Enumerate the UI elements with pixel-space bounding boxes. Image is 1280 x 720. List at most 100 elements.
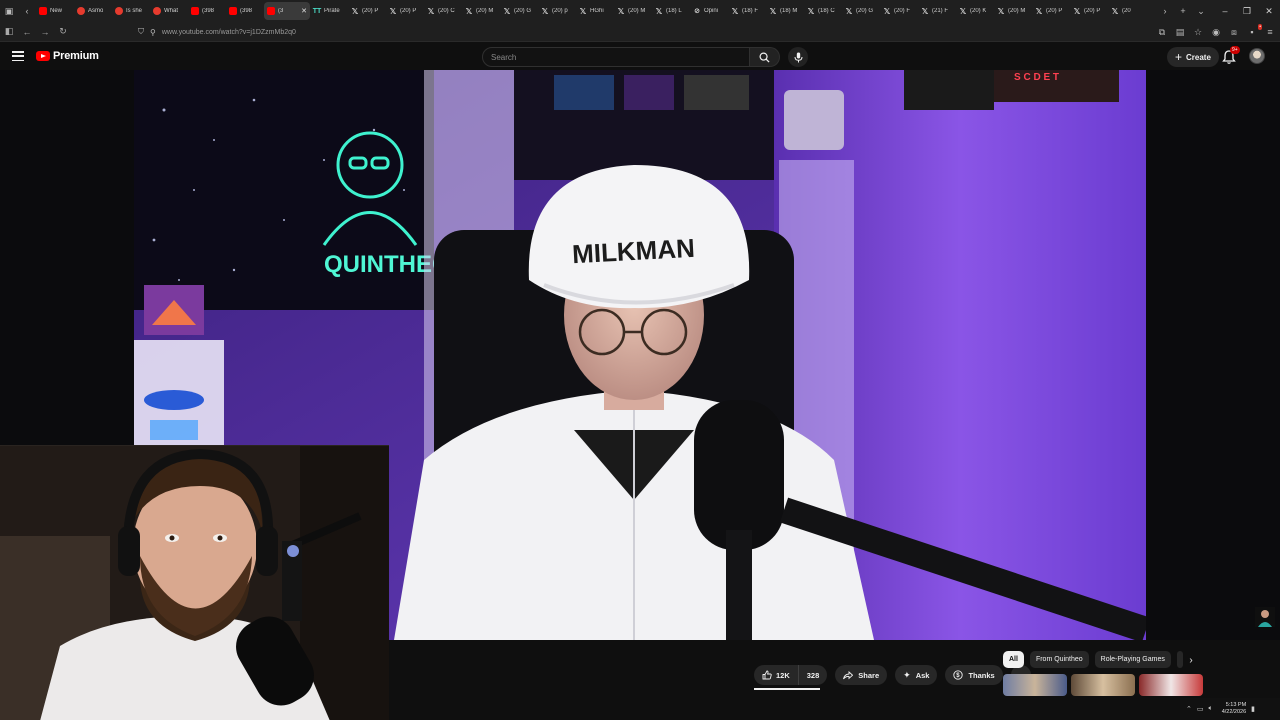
restore-icon[interactable]: ❐ <box>1236 6 1258 17</box>
close-window-icon[interactable]: ✕ <box>1258 6 1280 17</box>
chips-next-icon[interactable]: › <box>1184 653 1198 667</box>
extension-badge-icon[interactable]: ▪ • <box>1246 24 1262 37</box>
browser-tab[interactable]: (398 <box>188 2 226 20</box>
guide-menu-icon[interactable] <box>11 49 25 63</box>
mini-avatar-icon[interactable] <box>1255 607 1275 627</box>
tab-search-icon[interactable]: ⌄ <box>1192 0 1210 22</box>
browser-tab[interactable]: 𝕏 (20) p <box>538 2 576 20</box>
reader-view-icon[interactable]: ▤ <box>1174 27 1186 38</box>
browser-tab[interactable]: 𝕏 (20) F <box>880 2 918 20</box>
browser-tab[interactable]: 𝕏 HGhi <box>576 2 614 20</box>
video-actions-bar: 12K 328 Share ✦ Ask $ Thanks ··· <box>754 665 1031 685</box>
dislike-button[interactable]: 328 <box>799 665 828 685</box>
browser-tab[interactable]: 𝕏 (20) G <box>842 2 880 20</box>
thanks-button[interactable]: $ Thanks <box>945 665 1003 685</box>
browser-tab[interactable]: 𝕏 (18) F <box>728 2 766 20</box>
red-circle-icon <box>153 7 161 15</box>
tray-expand-icon[interactable]: ⌃ <box>1186 705 1192 713</box>
ask-button[interactable]: ✦ Ask <box>895 665 938 685</box>
address-bar: ◧ ← → ↻ ⛉ ⚲ www.youtube.com/watch?v=j1DZ… <box>0 22 1280 42</box>
logo-text: Premium <box>53 50 99 62</box>
browser-tab[interactable]: 𝕏 (20) C <box>424 2 462 20</box>
browser-tab-label: (398 <box>240 8 253 14</box>
browser-tab-label: (20) K <box>970 8 987 14</box>
youtube-premium-logo[interactable]: Premium <box>36 50 99 62</box>
browser-tab[interactable]: (398 <box>226 2 264 20</box>
url-field[interactable]: ⛉ ⚲ www.youtube.com/watch?v=j1DZzmMb2q0 <box>132 25 1142 39</box>
minimize-icon[interactable]: – <box>1214 6 1236 16</box>
recommended-thumbnails <box>1003 674 1203 696</box>
browser-tab[interactable]: What <box>150 2 188 20</box>
browser-tab[interactable]: 𝕏 (21) F <box>918 2 956 20</box>
sidebar-toggle-icon[interactable]: ◧ <box>0 26 18 37</box>
plus-icon: + <box>1175 50 1183 64</box>
close-tab-icon[interactable]: ✕ <box>301 7 307 15</box>
dislike-count: 328 <box>806 670 820 680</box>
picture-in-picture-icon[interactable]: ⧉ <box>1156 27 1168 38</box>
browser-tab[interactable]: 𝕏 (18) L <box>652 2 690 20</box>
extensions-icon[interactable]: ⧈ <box>1228 27 1240 38</box>
browser-tab[interactable]: Is she <box>112 2 150 20</box>
browser-tab[interactable]: 𝕏 (20) P <box>1070 2 1108 20</box>
browser-tab[interactable]: 𝕏 (20 <box>1108 2 1146 20</box>
browser-tab[interactable]: (3 ✕ <box>264 2 310 20</box>
like-button[interactable]: 12K <box>754 665 799 685</box>
browser-tab-label: (18) M <box>780 8 798 14</box>
browser-tab[interactable]: 𝕏 (20) M <box>462 2 500 20</box>
browser-tab[interactable]: 𝕏 (20) M <box>614 2 652 20</box>
browser-tab[interactable]: 𝕏 (20) P <box>1032 2 1070 20</box>
site-info-icon[interactable]: ⛉ <box>138 27 144 37</box>
x-icon: 𝕏 <box>1111 6 1119 16</box>
network-icon[interactable]: ▭ <box>1197 705 1204 713</box>
browser-tab[interactable]: New <box>36 2 74 20</box>
chip-overflow[interactable] <box>1176 651 1183 668</box>
reload-icon[interactable]: ↻ <box>54 26 72 37</box>
browser-tab-label: What <box>164 8 179 14</box>
browser-tab-label: (20) P <box>400 8 417 14</box>
search-button[interactable] <box>750 47 780 67</box>
tracking-protection-icon[interactable]: ⚲ <box>150 28 156 37</box>
chip-all[interactable]: All <box>1003 651 1024 668</box>
browser-tab[interactable]: 𝕏 (20) M <box>994 2 1032 20</box>
sparkle-icon: ✦ <box>903 669 911 680</box>
system-clock[interactable]: 5:13 PM 4/22/2026 <box>1222 702 1246 716</box>
account-avatar[interactable] <box>1249 48 1265 64</box>
browser-tab[interactable]: 𝕏 (20) P <box>348 2 386 20</box>
browser-tab[interactable]: ⊘ Opini <box>690 2 728 20</box>
tab-actions-icon[interactable]: ▣ <box>0 0 18 22</box>
new-tab-icon[interactable]: + <box>1174 0 1192 22</box>
browser-tab[interactable]: Asmo <box>74 2 112 20</box>
forward-icon[interactable]: → <box>36 27 54 37</box>
bookmark-star-icon[interactable]: ☆ <box>1192 27 1204 38</box>
browser-tab[interactable]: 𝕏 (18) M <box>766 2 804 20</box>
back-icon[interactable]: ← <box>18 27 36 37</box>
browser-tab[interactable]: TT Pirate <box>310 2 348 20</box>
url-text[interactable]: www.youtube.com/watch?v=j1DZzmMb2q0 <box>162 29 296 36</box>
chip-role-playing-games[interactable]: Role-Playing Games <box>1094 651 1171 668</box>
account-icon[interactable]: ◉ <box>1210 27 1222 38</box>
notification-count-badge: 9+ <box>1230 46 1240 54</box>
search-box[interactable] <box>482 47 750 67</box>
video-thumbnail[interactable] <box>1003 674 1067 696</box>
browser-tab[interactable]: 𝕏 (20) K <box>956 2 994 20</box>
video-thumbnail[interactable] <box>1071 674 1135 696</box>
x-icon: 𝕏 <box>465 6 473 16</box>
video-thumbnail[interactable] <box>1139 674 1203 696</box>
chip-from-channel[interactable]: From Quintheo <box>1029 651 1089 668</box>
browser-tab[interactable]: 𝕏 (20) P <box>386 2 424 20</box>
youtube-icon <box>191 7 199 15</box>
menu-icon[interactable]: ≡ <box>1264 27 1276 37</box>
tab-scroll-right-icon[interactable]: › <box>1156 0 1174 22</box>
search-input[interactable] <box>491 52 749 62</box>
x-icon: 𝕏 <box>883 6 891 16</box>
notification-center-icon[interactable]: ▮ <box>1251 705 1255 713</box>
voice-search-button[interactable] <box>788 47 808 67</box>
browser-tab[interactable]: 𝕏 (20) G <box>500 2 538 20</box>
tab-scroll-left-icon[interactable]: ‹ <box>18 0 36 22</box>
x-icon: 𝕏 <box>351 6 359 16</box>
share-button[interactable]: Share <box>835 665 888 685</box>
create-button[interactable]: + Create <box>1167 47 1219 67</box>
browser-tab[interactable]: 𝕏 (18) C <box>804 2 842 20</box>
volume-icon[interactable]: 🔈︎ <box>1209 705 1213 713</box>
system-tray: ⌃ ▭ 🔈︎ 5:13 PM 4/22/2026 ▮ <box>1180 698 1280 720</box>
